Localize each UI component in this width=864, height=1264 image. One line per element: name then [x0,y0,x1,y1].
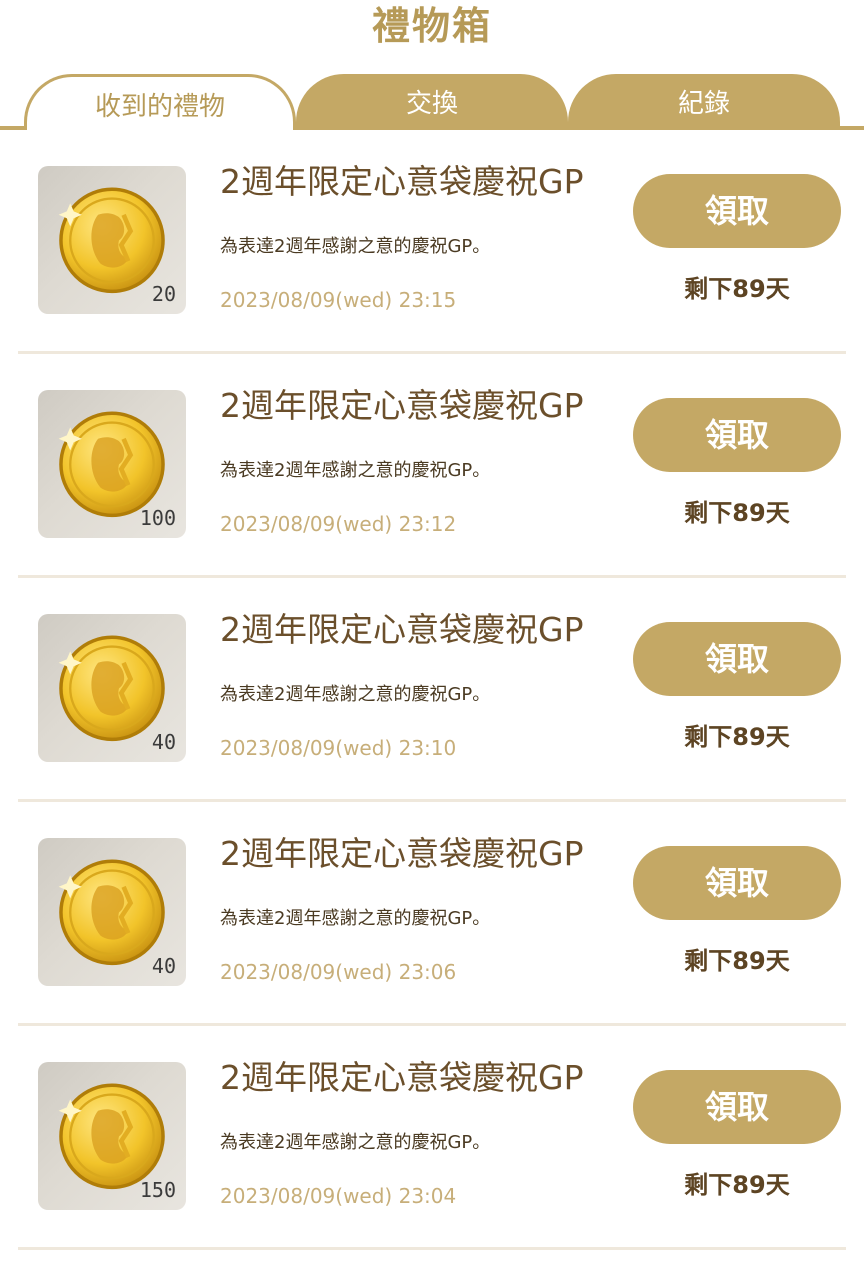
gift-title: 2週年限定心意袋慶祝GP [220,1058,584,1097]
gift-list-item: 40 2週年限定心意袋慶祝GP 為表達2週年感謝之意的慶祝GP。 2023/08… [0,802,864,1026]
gift-quantity: 100 [139,506,176,530]
gift-quantity: 20 [151,282,176,306]
gift-list-item: 40 2週年限定心意袋慶祝GP 為表達2週年感謝之意的慶祝GP。 2023/08… [0,578,864,802]
gift-title: 2週年限定心意袋慶祝GP [220,610,584,649]
gift-title: 2週年限定心意袋慶祝GP [220,834,584,873]
gift-description: 為表達2週年感謝之意的慶祝GP。 [220,1132,491,1153]
gift-description: 為表達2週年感謝之意的慶祝GP。 [220,684,491,705]
tab-exchange[interactable]: 交換 [296,74,568,128]
claim-button[interactable]: 領取 [633,622,841,696]
gift-list: 20 2週年限定心意袋慶祝GP 為表達2週年感謝之意的慶祝GP。 2023/08… [0,130,864,1250]
gift-thumbnail: 20 [38,166,186,314]
gift-date: 2023/08/09(wed) 23:10 [220,736,457,760]
gift-title: 2週年限定心意袋慶祝GP [220,386,584,425]
gift-list-item: 150 2週年限定心意袋慶祝GP 為表達2週年感謝之意的慶祝GP。 2023/0… [0,1026,864,1250]
gift-title: 2週年限定心意袋慶祝GP [220,162,584,201]
gold-coin-icon [58,187,165,294]
gift-list-item: 20 2週年限定心意袋慶祝GP 為表達2週年感謝之意的慶祝GP。 2023/08… [0,130,864,354]
gift-list-item: 100 2週年限定心意袋慶祝GP 為表達2週年感謝之意的慶祝GP。 2023/0… [0,354,864,578]
claim-button[interactable]: 領取 [633,846,841,920]
gift-date: 2023/08/09(wed) 23:04 [220,1184,457,1208]
gift-quantity: 40 [151,954,176,978]
gift-thumbnail: 150 [38,1062,186,1210]
gold-coin-icon [58,411,165,518]
tab-history[interactable]: 紀錄 [568,74,840,128]
gift-description: 為表達2週年感謝之意的慶祝GP。 [220,460,491,481]
gold-coin-icon [58,859,165,966]
remaining-days: 剩下89天 [684,723,790,751]
claim-button[interactable]: 領取 [633,174,841,248]
gift-quantity: 150 [139,1178,176,1202]
gift-date: 2023/08/09(wed) 23:12 [220,512,457,536]
gift-date: 2023/08/09(wed) 23:06 [220,960,457,984]
gift-thumbnail: 40 [38,838,186,986]
remaining-days: 剩下89天 [684,275,790,303]
gold-coin-icon [58,1083,165,1190]
tab-bar: 收到的禮物 交換 紀錄 [0,74,864,130]
gift-thumbnail: 40 [38,614,186,762]
gold-coin-icon [58,635,165,742]
tab-received-gifts[interactable]: 收到的禮物 [24,74,296,130]
remaining-days: 剩下89天 [684,499,790,527]
gift-thumbnail: 100 [38,390,186,538]
gift-description: 為表達2週年感謝之意的慶祝GP。 [220,908,491,929]
gift-quantity: 40 [151,730,176,754]
page-title: 禮物箱 [371,4,492,48]
remaining-days: 剩下89天 [684,947,790,975]
remaining-days: 剩下89天 [684,1171,790,1199]
gift-date: 2023/08/09(wed) 23:15 [220,288,457,312]
claim-button[interactable]: 領取 [633,1070,841,1144]
gift-description: 為表達2週年感謝之意的慶祝GP。 [220,236,491,257]
claim-button[interactable]: 領取 [633,398,841,472]
